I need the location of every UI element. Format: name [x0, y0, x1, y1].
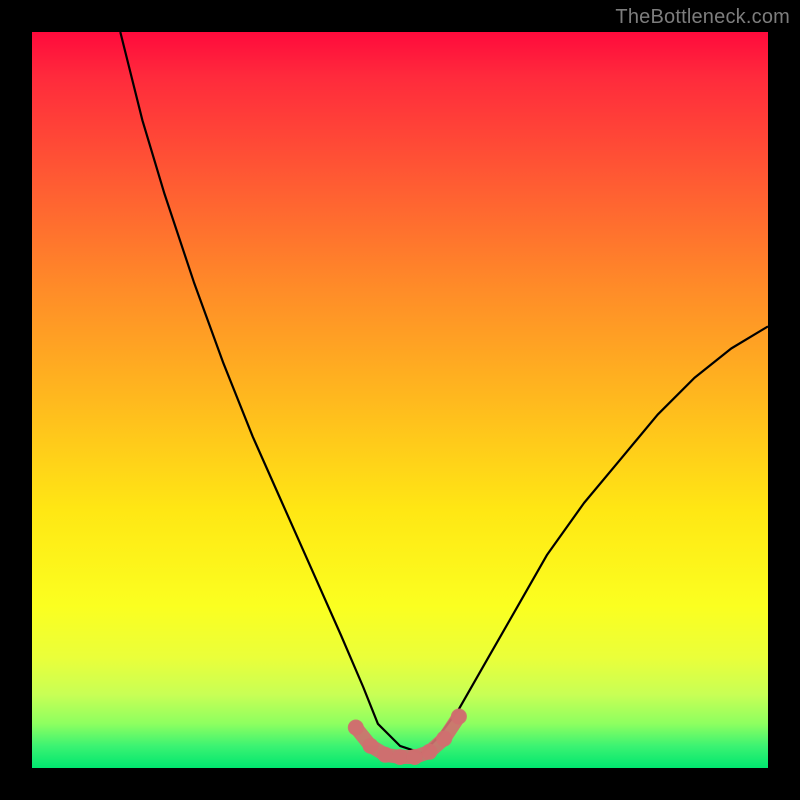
bottleneck-curve — [120, 32, 768, 753]
chart-svg — [32, 32, 768, 768]
valley-marker — [348, 709, 467, 766]
chart-frame: TheBottleneck.com — [0, 0, 800, 800]
plot-area — [32, 32, 768, 768]
watermark-text: TheBottleneck.com — [615, 6, 790, 29]
